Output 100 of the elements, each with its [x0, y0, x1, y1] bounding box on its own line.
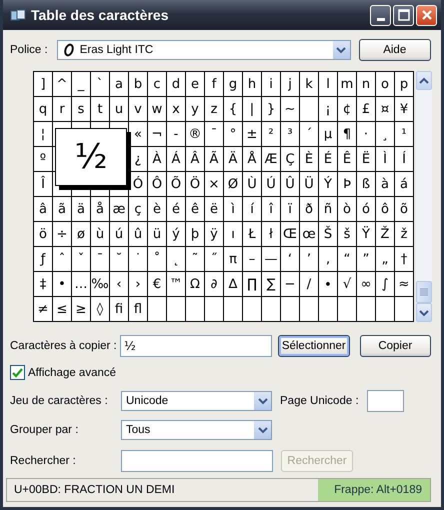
character-cell[interactable]: ‡	[34, 272, 52, 296]
unicode-page-field[interactable]	[366, 390, 404, 412]
character-cell[interactable]: ß	[357, 172, 375, 196]
character-cell[interactable]: ö	[34, 222, 52, 246]
character-cell[interactable]: -	[167, 122, 185, 146]
character-cell[interactable]: †	[395, 247, 413, 271]
character-cell[interactable]: ¤	[376, 97, 394, 121]
character-cell[interactable]: Ä	[224, 147, 242, 171]
character-cell[interactable]: î	[262, 197, 280, 221]
character-cell[interactable]: ·	[357, 122, 375, 146]
character-cell[interactable]: °	[224, 122, 242, 146]
character-cell[interactable]: ≠	[34, 297, 52, 321]
scroll-down-button[interactable]	[416, 303, 432, 322]
character-cell[interactable]: £	[357, 97, 375, 121]
select-button[interactable]: Sélectionner	[278, 335, 350, 357]
character-cell[interactable]: Á	[167, 147, 185, 171]
character-cell[interactable]: þ	[186, 222, 204, 246]
character-cell[interactable]: Ë	[357, 147, 375, 171]
character-cell[interactable]: ≤	[53, 297, 71, 321]
character-cell[interactable]: ®	[186, 122, 204, 146]
character-cell[interactable]: ^	[53, 72, 71, 96]
character-cell[interactable]: Ú	[262, 172, 280, 196]
character-cell[interactable]: ±	[243, 122, 261, 146]
character-cell[interactable]: x	[167, 97, 185, 121]
character-cell[interactable]: ˉ	[91, 247, 109, 271]
character-cell[interactable]: f	[205, 72, 223, 96]
character-cell[interactable]: å	[91, 197, 109, 221]
character-cell[interactable]: ∙	[319, 272, 337, 296]
character-cell[interactable]: «	[129, 122, 147, 146]
character-cell[interactable]: ‚	[319, 247, 337, 271]
character-cell[interactable]: Õ	[167, 172, 185, 196]
character-cell[interactable]: ñ	[319, 197, 337, 221]
character-cell[interactable]: Ì	[376, 147, 394, 171]
character-cell[interactable]: ú	[110, 222, 128, 246]
character-cell[interactable]: µ	[319, 122, 337, 146]
character-cell[interactable]: ²	[262, 122, 280, 146]
maximize-button[interactable]	[393, 4, 414, 26]
character-cell[interactable]: ∏	[243, 272, 261, 296]
character-cell[interactable]: Œ	[281, 222, 299, 246]
character-cell[interactable]: Ω	[186, 272, 204, 296]
character-cell[interactable]: ù	[91, 222, 109, 246]
character-cell[interactable]: ‘	[281, 247, 299, 271]
character-cell[interactable]: ˛	[167, 247, 185, 271]
character-cell[interactable]: {	[224, 97, 242, 121]
character-cell[interactable]: ê	[186, 197, 204, 221]
search-field[interactable]	[121, 450, 273, 472]
character-cell[interactable]: Š	[319, 222, 337, 246]
character-cell[interactable]: ]	[34, 72, 52, 96]
copy-button[interactable]: Copier	[360, 335, 432, 357]
character-cell[interactable]: s	[72, 97, 90, 121]
character-cell[interactable]: r	[53, 97, 71, 121]
scrollbar[interactable]	[416, 71, 432, 322]
character-cell[interactable]: ≈	[395, 272, 413, 296]
character-cell[interactable]: ô	[376, 197, 394, 221]
character-cell[interactable]: š	[338, 222, 356, 246]
character-cell[interactable]: ×	[205, 172, 223, 196]
character-cell[interactable]: —	[262, 247, 280, 271]
character-cell[interactable]: É	[319, 147, 337, 171]
character-cell[interactable]: …	[72, 272, 90, 296]
character-cell[interactable]: –	[243, 247, 261, 271]
character-cell[interactable]: ¶	[338, 122, 356, 146]
character-cell[interactable]: õ	[395, 197, 413, 221]
character-cell[interactable]: ë	[205, 197, 223, 221]
character-cell[interactable]: ¸	[376, 122, 394, 146]
character-cell[interactable]: Ö	[186, 172, 204, 196]
character-cell[interactable]: Ý	[319, 172, 337, 196]
character-cell[interactable]: ∫	[376, 272, 394, 296]
character-cell[interactable]: ž	[395, 222, 413, 246]
character-cell[interactable]: ¥	[395, 97, 413, 121]
character-cell[interactable]: ˙	[129, 247, 147, 271]
character-cell[interactable]: p	[395, 72, 413, 96]
character-cell[interactable]: ›	[129, 272, 147, 296]
character-cell[interactable]: Ô	[148, 172, 166, 196]
minimize-button[interactable]	[370, 4, 391, 26]
character-cell[interactable]: ü	[148, 222, 166, 246]
character-cell[interactable]: ¢	[338, 97, 356, 121]
character-cell[interactable]: n	[357, 72, 375, 96]
character-cell[interactable]: ˝	[205, 247, 223, 271]
character-cell[interactable]: ˇ	[72, 247, 90, 271]
character-cell[interactable]: Ç	[281, 147, 299, 171]
character-cell[interactable]: c	[148, 72, 166, 96]
character-cell[interactable]: é	[167, 197, 185, 221]
character-cell[interactable]: ˜	[186, 247, 204, 271]
character-cell[interactable]: Î	[34, 172, 52, 196]
character-cell[interactable]: ó	[357, 197, 375, 221]
character-cell[interactable]: “	[338, 247, 356, 271]
character-cell[interactable]: ı	[224, 222, 242, 246]
font-dropdown[interactable]: Eras Light ITC	[56, 40, 351, 60]
character-cell[interactable]: ∞	[357, 272, 375, 296]
character-cell[interactable]: ˚	[148, 247, 166, 271]
character-cell[interactable]: ﬂ	[129, 297, 147, 321]
character-cell[interactable]: À	[148, 147, 166, 171]
character-cell[interactable]: m	[338, 72, 356, 96]
character-cell[interactable]: ý	[167, 222, 185, 246]
character-cell[interactable]: Ã	[205, 147, 223, 171]
character-cell[interactable]: `	[91, 72, 109, 96]
character-cell[interactable]: }	[262, 97, 280, 121]
character-cell[interactable]: è	[148, 197, 166, 221]
character-cell[interactable]: Ü	[300, 172, 318, 196]
character-cell[interactable]: œ	[300, 222, 318, 246]
